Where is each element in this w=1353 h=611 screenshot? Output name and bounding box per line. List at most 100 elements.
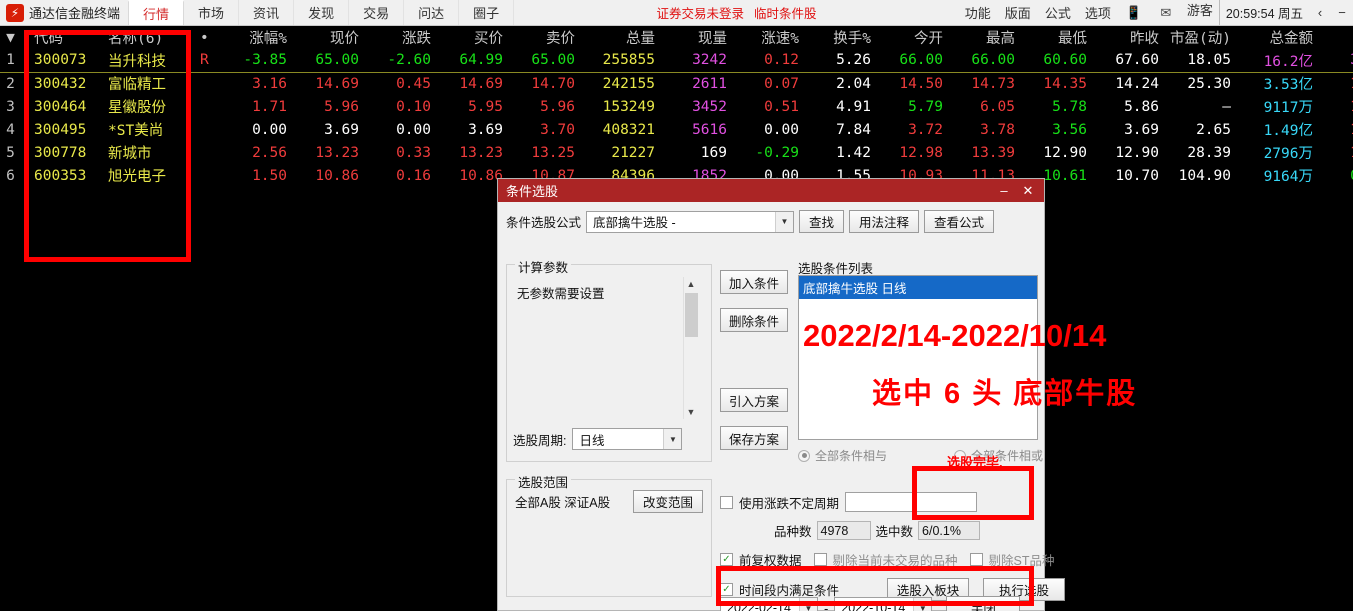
table-row[interactable]: 3 300464 星徽股份 1.71 5.96 0.10 5.95 5.96 1… — [0, 95, 1353, 118]
radio-all-and[interactable]: 全部条件相与 — [798, 447, 887, 464]
checkbox-exclude-untraded[interactable]: ✓ — [813, 553, 827, 566]
chevron-down-icon[interactable]: ▼ — [799, 598, 817, 611]
col-chg-pct[interactable]: 涨幅% — [220, 26, 292, 49]
cell-turnover: 7.84 — [836, 121, 871, 138]
table-row[interactable]: 2 300432 富临精工 3.16 14.69 0.45 14.69 14.7… — [0, 72, 1353, 95]
cell-price: 10.86 — [315, 167, 359, 184]
table-row[interactable]: 4 300495 *ST美尚 0.00 3.69 0.00 3.69 3.70 … — [0, 118, 1353, 141]
col-volume[interactable]: 总量 — [580, 26, 660, 49]
table-row[interactable]: 1 300073 当升科技 R -3.85 65.00 -2.60 64.99 … — [0, 49, 1353, 73]
cell-volume: 255855 — [580, 49, 660, 73]
col-turnover[interactable]: 换手% — [804, 26, 876, 49]
minimize-icon[interactable]: – — [992, 181, 1016, 201]
col-amount[interactable]: 总金额 — [1236, 26, 1318, 49]
tab-quanzi[interactable]: 圈子 — [459, 0, 515, 25]
selected-count-value: 6/0.1% — [918, 521, 981, 540]
tab-wenda-label: 问达 — [418, 6, 445, 21]
quote-table-body: 1 300073 当升科技 R -3.85 65.00 -2.60 64.99 … — [0, 49, 1353, 187]
period-combobox[interactable]: 日线 ▼ — [572, 428, 683, 450]
col-open[interactable]: 今开 — [876, 26, 948, 49]
cell-code: 300778 — [34, 144, 87, 161]
list-item[interactable]: 底部擒牛选股 日线 — [799, 276, 1037, 299]
close-icon[interactable]: ✕ — [1016, 181, 1040, 201]
cell-name: 旭光电子 — [108, 169, 166, 185]
cell-bid: 3.69 — [468, 121, 503, 138]
close-dialog-button[interactable]: 关闭 — [946, 596, 1021, 611]
checkbox-exclude-st[interactable]: ✓ — [969, 553, 983, 566]
tab-faxian[interactable]: 发现 — [294, 0, 350, 25]
col-pe[interactable]: 市盈(动) — [1164, 26, 1236, 49]
cell-bid: 5.95 — [468, 98, 503, 115]
dialog-title-bar: 条件选股 – ✕ — [498, 179, 1044, 202]
col-bid[interactable]: 买价 — [436, 26, 508, 49]
minimize-icon[interactable]: − — [1331, 5, 1353, 20]
chevron-up-icon[interactable]: ▲ — [687, 277, 696, 291]
mail-icon[interactable]: ✉ — [1157, 4, 1175, 22]
col-sort-icon[interactable]: ▼ — [0, 26, 26, 49]
cell-pe: 25.30 — [1187, 75, 1231, 92]
col-cur-vol[interactable]: 现量 — [660, 26, 732, 49]
tab-shichang[interactable]: 市场 — [184, 0, 240, 25]
tab-hangqing[interactable]: 行情 — [128, 0, 185, 25]
col-high[interactable]: 最高 — [948, 26, 1020, 49]
user-label[interactable]: 游客 — [1181, 0, 1219, 25]
tab-jiaoyi[interactable]: 交易 — [349, 0, 405, 25]
cell-chg-pct: 0.00 — [252, 121, 287, 138]
cell-mark — [200, 95, 220, 118]
col-price[interactable]: 现价 — [292, 26, 364, 49]
col-low[interactable]: 最低 — [1020, 26, 1092, 49]
phone-icon[interactable]: 📱 — [1125, 4, 1143, 22]
cell-bid: 13.23 — [459, 144, 503, 161]
save-scheme-button[interactable]: 保存方案 — [720, 426, 788, 450]
import-scheme-button[interactable]: 引入方案 — [720, 388, 788, 412]
col-code[interactable]: 代码 — [26, 26, 108, 49]
tab-zixun[interactable]: 资讯 — [239, 0, 295, 25]
cell-ask: 3.70 — [540, 121, 575, 138]
col-ask[interactable]: 卖价 — [508, 26, 580, 49]
usage-note-button[interactable]: 用法注释 — [849, 210, 920, 233]
checkbox-period-satisfy[interactable]: ✓ — [720, 583, 733, 596]
cell-chg: 0.10 — [396, 98, 431, 115]
chevron-down-icon[interactable]: ▼ — [687, 405, 696, 419]
col-speed[interactable]: 涨速% — [732, 26, 804, 49]
formula-combobox[interactable]: 底部擒牛选股 - ▼ — [586, 210, 795, 233]
cell-speed: -0.29 — [755, 144, 799, 161]
cell-prev-close: 14.24 — [1115, 75, 1159, 92]
checkbox-updown-period[interactable]: ✓ — [720, 495, 733, 509]
alert-temp-condition[interactable]: 临时条件股 — [754, 3, 817, 22]
updown-period-input[interactable] — [845, 492, 978, 512]
col-prev-close[interactable]: 昨收 — [1092, 26, 1164, 49]
cell-price: 3.69 — [324, 121, 359, 138]
cell-vol-ratio: 0.57 — [1318, 164, 1353, 187]
tab-wenda[interactable]: 问达 — [404, 0, 460, 25]
checkbox-forward-adjust[interactable]: ✓ — [720, 553, 733, 566]
find-button[interactable]: 查找 — [799, 210, 845, 233]
chevron-down-icon[interactable]: ▼ — [913, 598, 932, 611]
col-mark: • — [200, 29, 209, 46]
cell-low: 12.90 — [1043, 144, 1087, 161]
col-chg[interactable]: 涨跌 — [364, 26, 436, 49]
add-condition-button[interactable]: 加入条件 — [720, 270, 788, 294]
params-scrollbar[interactable]: ▲ ▼ — [683, 277, 698, 419]
table-row[interactable]: 5 300778 新城市 2.56 13.23 0.33 13.23 13.25… — [0, 141, 1353, 164]
chevron-down-icon[interactable]: ▼ — [663, 429, 682, 449]
cell-open: 66.00 — [876, 49, 948, 73]
change-scope-button[interactable]: 改变范围 — [632, 490, 703, 513]
col-name[interactable]: 名称(6) — [108, 26, 200, 49]
start-date-picker[interactable]: 2022-02-14 ▼ — [720, 597, 818, 611]
alert-not-logged-in[interactable]: 证券交易未登录 — [656, 3, 744, 22]
menu-gongshi[interactable]: 公式 — [1045, 3, 1071, 22]
end-date-picker[interactable]: 2022-10-14 ▼ — [834, 597, 933, 611]
view-formula-button[interactable]: 查看公式 — [924, 210, 995, 233]
col-vol-ratio[interactable]: 量比 — [1318, 26, 1353, 49]
delete-condition-button[interactable]: 删除条件 — [720, 308, 788, 332]
cell-vol-ratio: 1.20 — [1318, 118, 1353, 141]
chevron-down-icon[interactable]: ▼ — [775, 211, 794, 232]
menu-banmian[interactable]: 版面 — [1005, 3, 1031, 22]
radio-all-or[interactable]: 全部条件相或 — [953, 447, 1043, 464]
menu-xuanxiang[interactable]: 选项 — [1085, 3, 1111, 22]
scrollbar-thumb[interactable] — [685, 293, 698, 337]
back-icon[interactable]: ‹ — [1309, 5, 1331, 20]
condition-list[interactable]: 底部擒牛选股 日线 — [798, 275, 1038, 440]
menu-gongneng[interactable]: 功能 — [965, 3, 991, 22]
